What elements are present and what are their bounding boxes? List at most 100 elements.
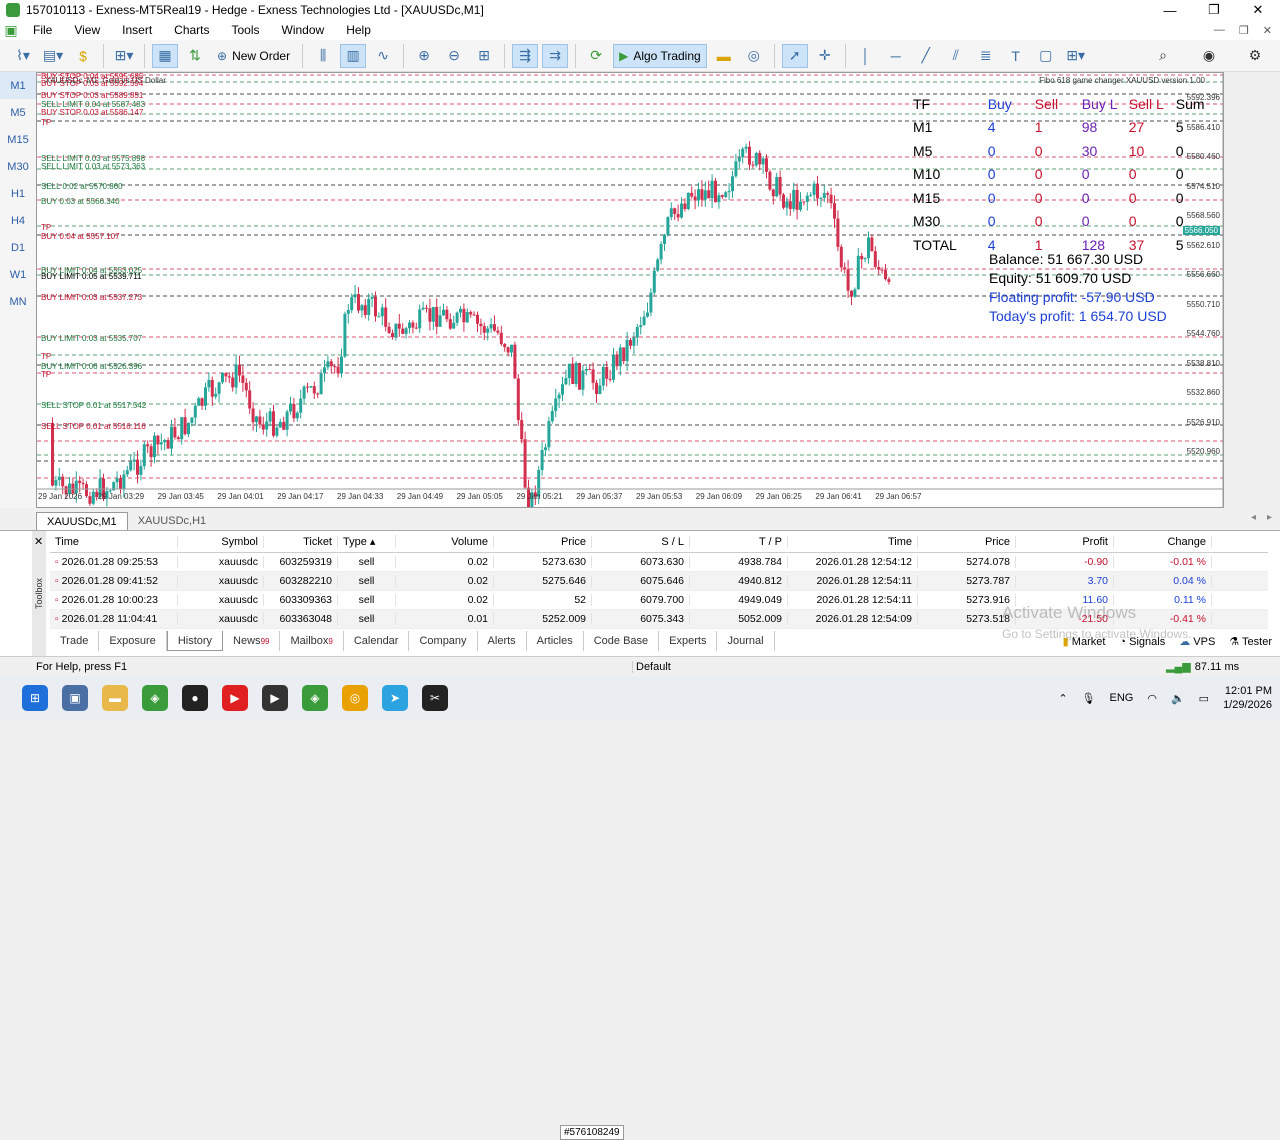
tab-scroll-right-icon[interactable]: ▸ — [1267, 512, 1272, 523]
profiles-icon[interactable]: ▤▾ — [40, 44, 66, 68]
toolbox-close-icon[interactable]: ✕ — [34, 535, 43, 548]
cursor-icon[interactable]: ➚ — [781, 43, 808, 68]
vertical-line-icon[interactable]: │ — [853, 44, 879, 68]
clock[interactable]: 12:01 PM 1/29/2026 — [1223, 684, 1272, 712]
microphone-icon[interactable]: 🎙 — [1082, 692, 1096, 705]
table-row[interactable]: ▫ 2026.01.28 09:25:53 xauusdc 603259319 sel… — [50, 553, 1268, 572]
tab-alerts[interactable]: Alerts — [478, 631, 527, 651]
data-window-icon[interactable]: ▦ — [152, 43, 178, 68]
file-explorer-icon[interactable]: ▬ — [102, 685, 128, 711]
menu-charts[interactable]: Charts — [163, 23, 220, 37]
chart-tab-xauusdc-m1[interactable]: XAUUSDc,M1 — [36, 512, 128, 530]
folder-icon[interactable]: ▬ — [711, 44, 737, 68]
tf-m30[interactable]: M30 — [0, 153, 36, 180]
minimize-button[interactable]: — — [1148, 0, 1192, 20]
screen-recorder-icon[interactable]: ● — [182, 685, 208, 711]
menu-tools[interactable]: Tools — [221, 23, 271, 37]
grid-icon[interactable]: ⊞ — [471, 44, 497, 68]
new-order-button[interactable]: ⊕ New Order — [212, 44, 295, 68]
tf-w1[interactable]: W1 — [0, 261, 36, 288]
column-header[interactable]: S / L — [592, 535, 690, 548]
new-chart-icon[interactable]: ⌇▾ — [10, 44, 36, 68]
tray-expand-icon[interactable]: ⌃ — [1058, 692, 1067, 705]
crosshair-icon[interactable]: ✛ — [812, 44, 838, 68]
tf-mn[interactable]: MN — [0, 288, 36, 315]
trendline-icon[interactable]: ╱ — [913, 44, 939, 68]
child-close-icon[interactable]: ✕ — [1263, 24, 1272, 37]
capcut-icon[interactable]: ✂ — [422, 685, 448, 711]
wifi-icon[interactable]: ◠ — [1147, 692, 1157, 705]
bar-chart-icon[interactable]: ⫼ — [310, 44, 336, 68]
tf-m5[interactable]: M5 — [0, 99, 36, 126]
metatrader-icon[interactable]: ◈ — [142, 685, 168, 711]
tester-button[interactable]: ⚗ Tester — [1229, 635, 1272, 648]
youtube-icon[interactable]: ▶ — [222, 685, 248, 711]
tf-m15[interactable]: M15 — [0, 126, 36, 153]
chrome-icon[interactable]: ◎ — [342, 685, 368, 711]
screenshot-icon[interactable]: ◎ — [741, 44, 767, 68]
child-restore-icon[interactable]: ❐ — [1239, 24, 1249, 37]
media-player-icon[interactable]: ▶ — [262, 685, 288, 711]
tab-exposure[interactable]: Exposure — [99, 631, 167, 651]
candlestick-icon[interactable]: ▥ — [340, 43, 367, 68]
menu-help[interactable]: Help — [335, 23, 382, 37]
tab-code-base[interactable]: Code Base — [584, 631, 660, 651]
strategy-icon[interactable]: ⇅ — [182, 44, 208, 68]
battery-icon[interactable]: ▭ — [1199, 692, 1209, 705]
tab-scroll-left-icon[interactable]: ◂ — [1251, 512, 1256, 523]
tab-news[interactable]: News 99 — [223, 631, 281, 651]
tf-h1[interactable]: H1 — [0, 180, 36, 207]
chart-tab-xauusdc-h1[interactable]: XAUUSDc,H1 — [128, 512, 216, 530]
column-header[interactable]: Change — [1114, 535, 1212, 548]
windows-start-icon[interactable]: ⊞ — [22, 685, 48, 711]
column-header[interactable]: Ticket — [264, 535, 338, 548]
tab-history[interactable]: History — [166, 631, 224, 651]
menu-view[interactable]: View — [63, 23, 111, 37]
rectangle-icon[interactable]: ▢ — [1033, 44, 1059, 68]
column-header[interactable]: Price — [918, 535, 1016, 548]
fibonacci-icon[interactable]: ≣ — [973, 44, 999, 68]
horizontal-line-icon[interactable]: ─ — [883, 44, 909, 68]
volume-icon[interactable]: 🔈 — [1171, 692, 1185, 705]
table-row[interactable]: ▫ 2026.01.28 09:41:52 xauusdc 603282210 sel… — [50, 572, 1268, 591]
metatrader-alt-icon[interactable]: ◈ — [302, 685, 328, 711]
language-indicator[interactable]: ENG — [1110, 692, 1134, 704]
child-minimize-icon[interactable]: — — [1214, 24, 1225, 37]
algo-trading-button[interactable]: ▶ Algo Trading — [613, 43, 707, 68]
price-chart[interactable]: XAUUSDc, M1: Gold vs US Dollar Fibo 618 … — [36, 72, 1224, 508]
column-header[interactable]: Time — [50, 535, 178, 548]
autoscroll-icon[interactable]: ⇶ — [512, 43, 539, 68]
column-header[interactable]: Volume — [396, 535, 494, 548]
tf-d1[interactable]: D1 — [0, 234, 36, 261]
tab-mailbox[interactable]: Mailbox 9 — [280, 631, 344, 651]
column-header[interactable]: Profit — [1016, 535, 1114, 548]
close-button[interactable]: ✕ — [1236, 0, 1280, 20]
refresh-icon[interactable]: ⟳ — [583, 44, 609, 68]
zoom-out-icon[interactable]: ⊖ — [441, 44, 467, 68]
tab-articles[interactable]: Articles — [527, 631, 584, 651]
maximize-button[interactable]: ❐ — [1192, 0, 1236, 20]
settings-icon[interactable]: ⚙ — [1242, 44, 1268, 68]
line-chart-icon[interactable]: ∿ — [370, 44, 396, 68]
search-icon[interactable]: ⌕ — [1150, 44, 1176, 68]
market-watch-icon[interactable]: $ — [70, 44, 96, 68]
menu-file[interactable]: File — [22, 23, 63, 37]
tf-h4[interactable]: H4 — [0, 207, 36, 234]
column-header[interactable]: T / P — [690, 535, 788, 548]
tf-m1[interactable]: M1 — [0, 72, 36, 99]
tab-calendar[interactable]: Calendar — [344, 631, 410, 651]
column-header[interactable]: Time — [788, 535, 918, 548]
task-view-icon[interactable]: ▣ — [62, 685, 88, 711]
text-icon[interactable]: T — [1003, 44, 1029, 68]
telegram-icon[interactable]: ➤ — [382, 685, 408, 711]
tab-journal[interactable]: Journal — [717, 631, 775, 651]
shapes-icon[interactable]: ⊞▾ — [1063, 44, 1089, 68]
tab-trade[interactable]: Trade — [50, 631, 100, 651]
column-header[interactable]: Type ▴ — [338, 535, 396, 548]
menu-window[interactable]: Window — [271, 23, 336, 37]
menu-insert[interactable]: Insert — [111, 23, 163, 37]
column-header[interactable]: Symbol — [178, 535, 264, 548]
indicators-icon[interactable]: ⊞▾ — [111, 44, 137, 68]
tab-experts[interactable]: Experts — [659, 631, 718, 651]
account-icon[interactable]: ◉ — [1196, 44, 1222, 68]
